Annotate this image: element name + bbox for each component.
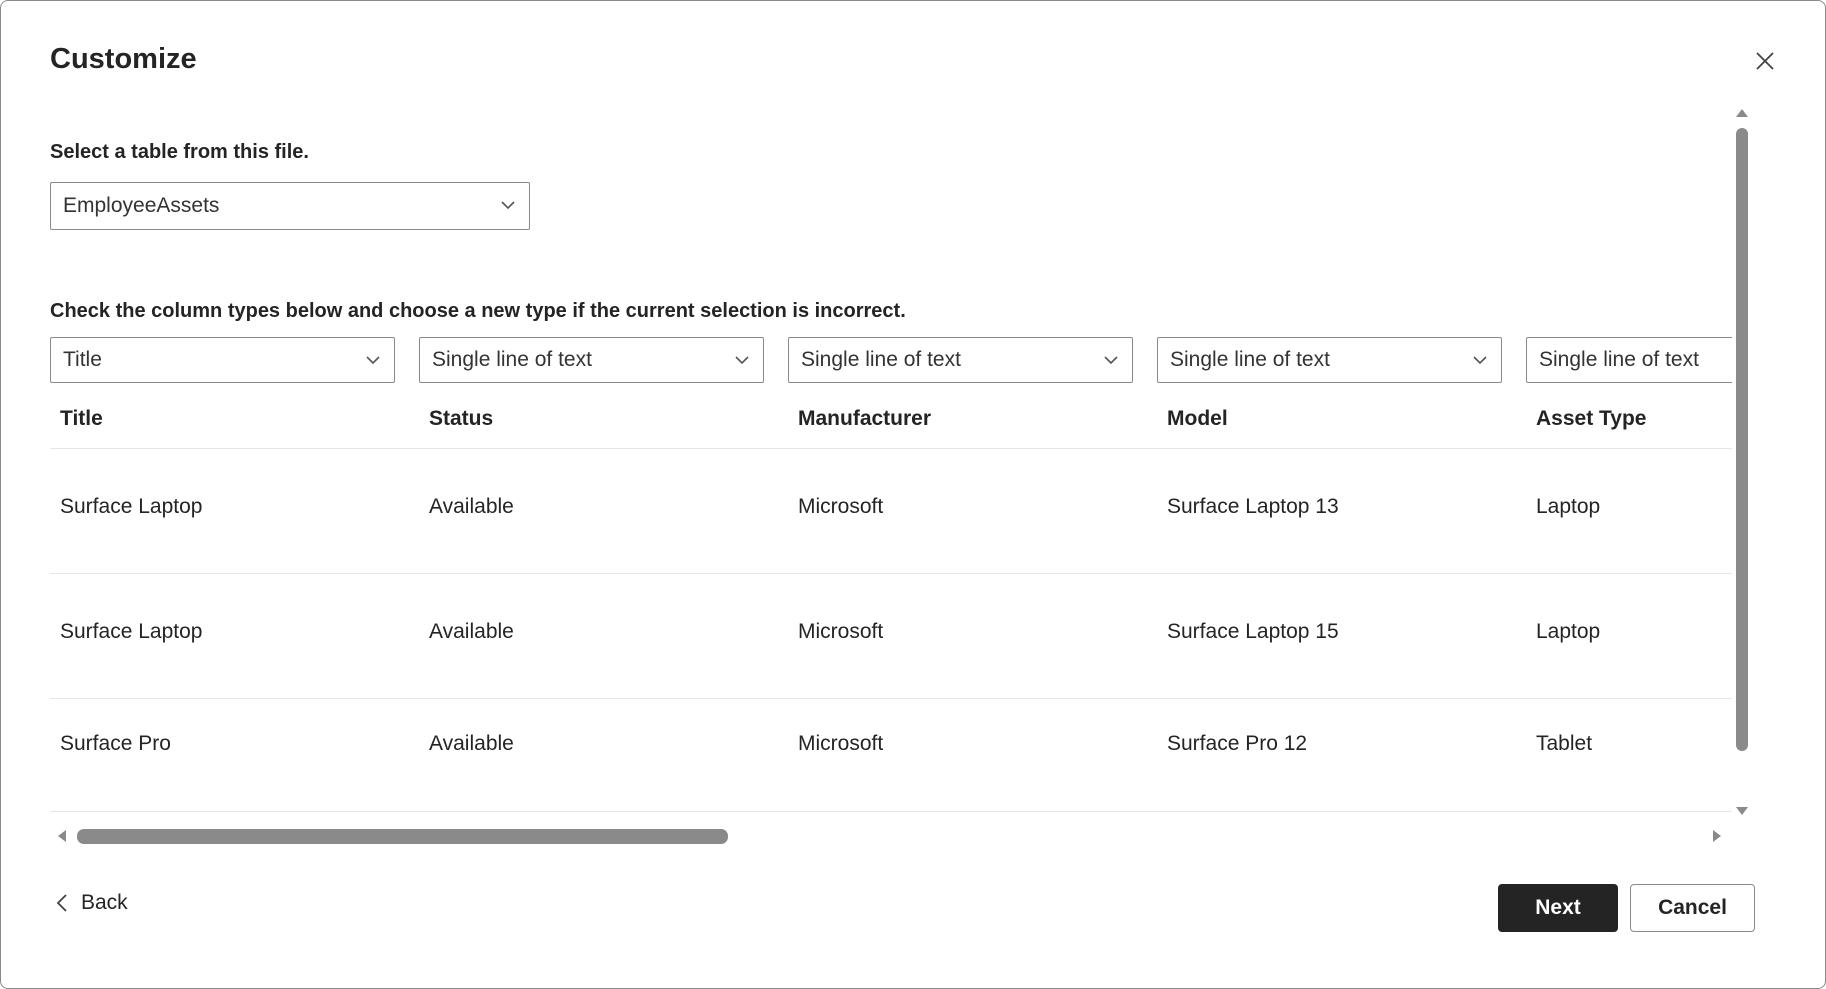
column-header: Manufacturer xyxy=(798,407,932,430)
column-type-select-manufacturer[interactable]: Single line of text xyxy=(788,337,1133,383)
table-cell: Microsoft xyxy=(798,620,884,643)
column-header: Model xyxy=(1167,407,1228,430)
table-select-value: EmployeeAssets xyxy=(63,194,220,217)
scroll-up-arrow-icon[interactable] xyxy=(1736,109,1748,117)
horizontal-scrollbar-thumb[interactable] xyxy=(77,829,728,844)
table-row: Surface Pro Available Microsoft Surface … xyxy=(50,699,1732,812)
chevron-down-icon xyxy=(1473,356,1487,365)
scroll-right-arrow-icon[interactable] xyxy=(1713,830,1721,842)
chevron-down-icon xyxy=(366,356,380,365)
chevron-down-icon xyxy=(735,356,749,365)
column-types-label: Check the column types below and choose … xyxy=(50,300,906,322)
back-button[interactable]: Back xyxy=(55,891,128,915)
column-type-value: Single line of text xyxy=(1539,348,1699,371)
table-cell: Tablet xyxy=(1536,732,1593,755)
table-row: Surface Laptop Available Microsoft Surfa… xyxy=(50,449,1732,574)
table-select-label: Select a table from this file. xyxy=(50,141,309,163)
column-type-value: Single line of text xyxy=(801,348,961,371)
column-header: Status xyxy=(429,407,494,430)
column-type-select-title[interactable]: Title xyxy=(50,337,395,383)
table-header: Title Status Manufacturer Model Asset Ty… xyxy=(50,403,1732,449)
back-label: Back xyxy=(81,891,128,914)
scroll-left-arrow-icon[interactable] xyxy=(58,830,66,842)
table-cell: Surface Laptop 15 xyxy=(1167,620,1339,643)
close-button[interactable] xyxy=(1749,45,1781,77)
next-button[interactable]: Next xyxy=(1498,884,1618,932)
table-cell: Surface Laptop xyxy=(60,495,203,518)
customize-dialog: Customize Select a table from this file.… xyxy=(0,0,1826,989)
column-type-value: Single line of text xyxy=(1170,348,1330,371)
table-select-dropdown[interactable]: EmployeeAssets xyxy=(50,182,530,230)
table-cell: Surface Pro xyxy=(60,732,171,755)
column-header: Asset Type xyxy=(1536,407,1647,430)
table-cell: Available xyxy=(429,620,514,643)
preview-table: Title Single line of text Single line of… xyxy=(50,331,1732,825)
chevron-down-icon xyxy=(501,201,515,210)
column-type-value: Single line of text xyxy=(432,348,592,371)
table-cell: Laptop xyxy=(1536,495,1601,518)
column-type-value: Title xyxy=(63,348,102,371)
column-header: Title xyxy=(60,407,103,430)
chevron-down-icon xyxy=(1104,356,1118,365)
scroll-down-arrow-icon[interactable] xyxy=(1736,807,1748,815)
table-cell: Available xyxy=(429,495,514,518)
column-type-select-asset-type[interactable]: Single line of text xyxy=(1526,337,1732,383)
table-cell: Microsoft xyxy=(798,495,884,518)
table-cell: Surface Laptop xyxy=(60,620,203,643)
chevron-left-icon xyxy=(56,894,67,912)
cancel-button[interactable]: Cancel xyxy=(1630,884,1755,932)
table-cell: Laptop xyxy=(1536,620,1601,643)
table-cell: Microsoft xyxy=(798,732,884,755)
table-cell: Available xyxy=(429,732,514,755)
close-icon xyxy=(1756,52,1774,70)
column-type-select-model[interactable]: Single line of text xyxy=(1157,337,1502,383)
vertical-scrollbar-thumb[interactable] xyxy=(1736,128,1748,751)
column-type-select-status[interactable]: Single line of text xyxy=(419,337,764,383)
table-cell: Surface Laptop 13 xyxy=(1167,495,1339,518)
table-row: Surface Laptop Available Microsoft Surfa… xyxy=(50,574,1732,699)
dialog-title: Customize xyxy=(50,43,197,75)
table-cell: Surface Pro 12 xyxy=(1167,732,1308,755)
